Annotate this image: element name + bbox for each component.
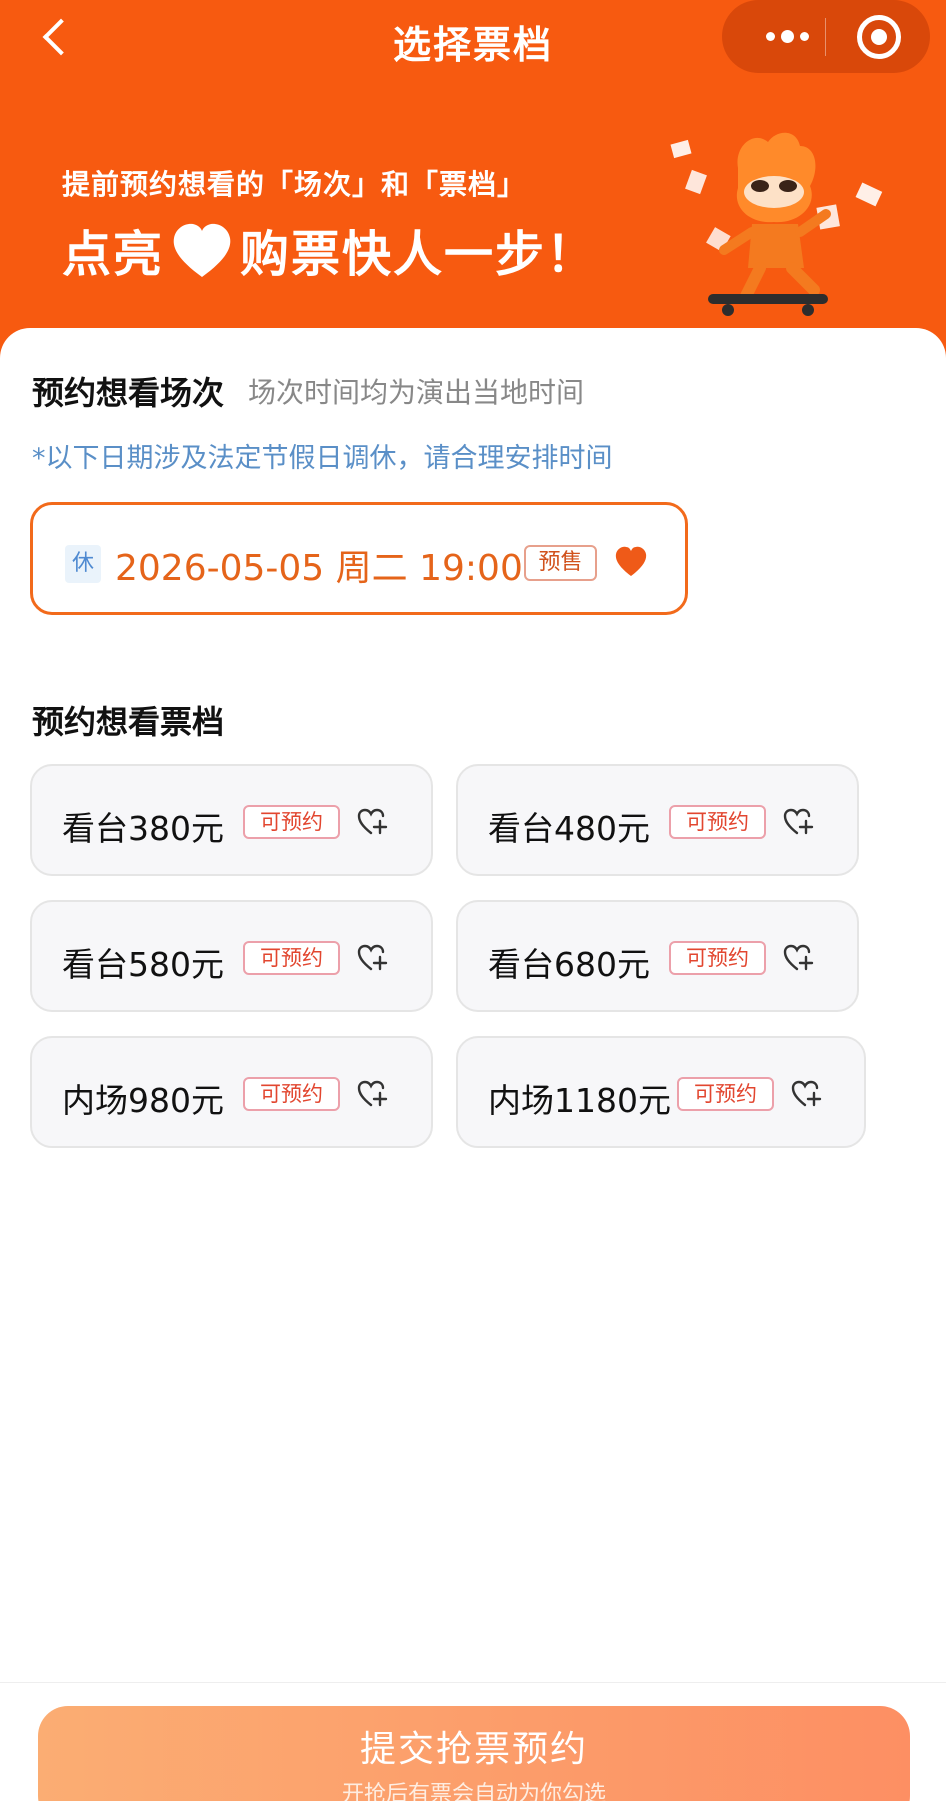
mini-program-capsule — [722, 0, 930, 73]
tier-card[interactable]: 看台380元 可预约 — [30, 764, 433, 876]
reservable-badge: 可预约 — [677, 1077, 774, 1111]
tier-name: 看台680元 — [488, 945, 650, 984]
heart-filled-icon[interactable] — [613, 545, 649, 579]
presale-badge: 预售 — [524, 545, 597, 581]
tier-name: 看台480元 — [488, 809, 650, 848]
heart-plus-icon[interactable] — [790, 1078, 822, 1110]
tier-card[interactable]: 看台680元 可预约 — [456, 900, 859, 1012]
heart-icon — [173, 223, 231, 277]
submit-reservation-button[interactable]: 提交抢票预约 开抢后有票会自动为你勾选 — [38, 1706, 910, 1801]
holiday-notice: *以下日期涉及法定节假日调休，请合理安排时间 — [32, 443, 613, 474]
session-option[interactable]: 休 2026-05-05 周二 19:00 预售 — [30, 502, 688, 615]
footer-divider — [0, 1682, 946, 1683]
rest-day-tag: 休 — [65, 545, 101, 583]
hero-banner: 选择票档 提前预约想看的「场次」和「票档」 点亮 购票快人一步！ — [0, 0, 946, 360]
session-section-subtitle: 场次时间均为演出当地时间 — [248, 376, 585, 409]
mascot-illustration — [670, 132, 883, 316]
reservable-badge: 可预约 — [243, 805, 340, 839]
tier-card[interactable]: 看台580元 可预约 — [30, 900, 433, 1012]
session-datetime: 2026-05-05 周二 19:00 — [115, 548, 523, 589]
tier-name: 看台380元 — [62, 809, 224, 848]
session-section-title: 预约想看场次 — [32, 374, 225, 412]
reservable-badge: 可预约 — [669, 805, 766, 839]
heart-plus-icon[interactable] — [356, 806, 388, 838]
heart-plus-icon[interactable] — [356, 1078, 388, 1110]
heart-plus-icon[interactable] — [356, 942, 388, 974]
tier-card[interactable]: 内场980元 可预约 — [30, 1036, 433, 1148]
tier-name: 内场1180元 — [488, 1081, 671, 1120]
promo-headline-post: 购票快人一步！ — [240, 226, 598, 283]
capsule-divider — [825, 18, 826, 56]
tier-card[interactable]: 看台480元 可预约 — [456, 764, 859, 876]
reservable-badge: 可预约 — [243, 941, 340, 975]
promo-headline-pre: 点亮 — [62, 226, 165, 283]
tier-name: 内场980元 — [62, 1081, 224, 1120]
heart-plus-icon[interactable] — [782, 942, 814, 974]
submit-label: 提交抢票预约 — [359, 1729, 588, 1770]
more-dots-icon[interactable] — [742, 8, 832, 65]
mini-program-close-icon[interactable] — [857, 15, 901, 59]
tier-name: 看台580元 — [62, 945, 224, 984]
promo-headline: 点亮 购票快人一步！ — [62, 215, 597, 286]
reservable-badge: 可预约 — [669, 941, 766, 975]
tier-card[interactable]: 内场1180元 可预约 — [456, 1036, 866, 1148]
tier-section-title: 预约想看票档 — [32, 703, 225, 741]
heart-plus-icon[interactable] — [782, 806, 814, 838]
reservable-badge: 可预约 — [243, 1077, 340, 1111]
submit-hint: 开抢后有票会自动为你勾选 — [341, 1782, 606, 1801]
promo-subtitle: 提前预约想看的「场次」和「票档」 — [62, 168, 527, 201]
